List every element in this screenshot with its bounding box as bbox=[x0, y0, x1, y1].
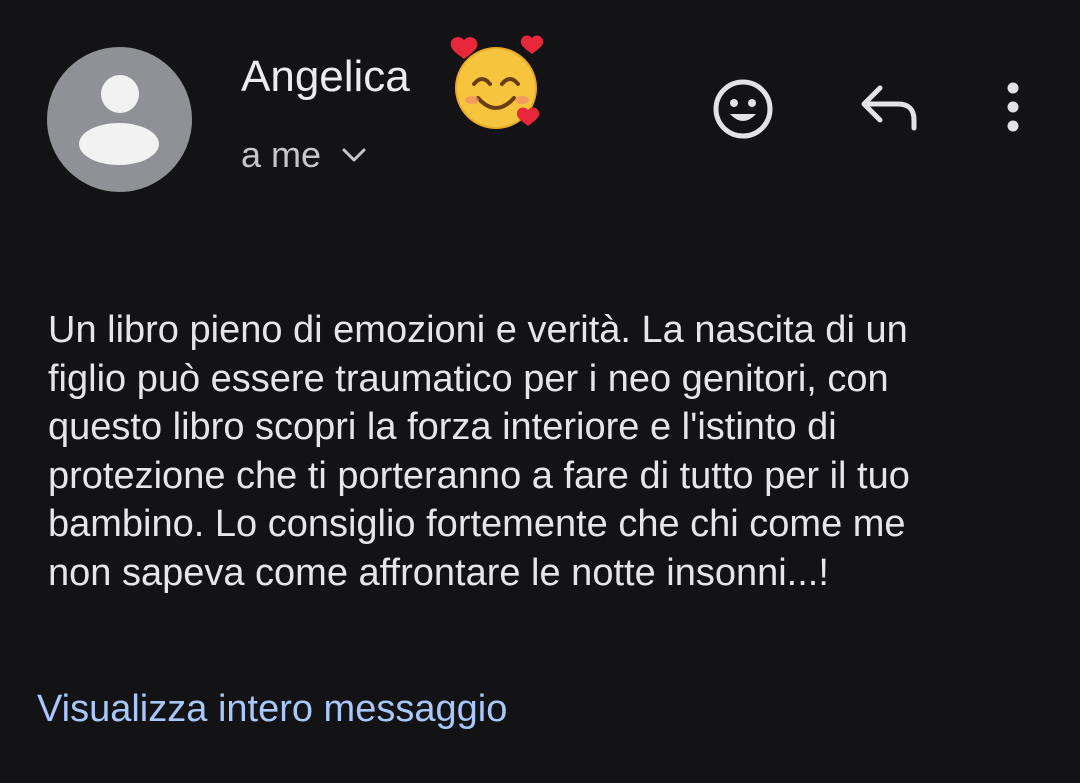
message-line: Un libro pieno di emozioni e verità. La … bbox=[48, 309, 908, 351]
message-line: bambino. Lo consiglio fortemente che chi… bbox=[48, 503, 906, 545]
chevron-down-icon bbox=[342, 148, 366, 162]
avatar-person-head bbox=[101, 75, 139, 113]
message-line: non sapeva come affrontare le notte inso… bbox=[48, 551, 829, 594]
recipient-toggle[interactable]: a me bbox=[241, 134, 367, 176]
reply-icon[interactable] bbox=[858, 82, 920, 134]
smiley-icon[interactable] bbox=[712, 78, 774, 140]
smiling-face-with-hearts-icon bbox=[450, 35, 544, 129]
view-full-message-link[interactable]: Visualizza intero messaggio bbox=[37, 686, 507, 732]
message-line: figlio può essere traumatico per i neo g… bbox=[48, 357, 889, 400]
message-body: Un libro pieno di emozioni e verità. La … bbox=[48, 306, 1038, 597]
recipient-label: a me bbox=[241, 134, 322, 175]
sender-name[interactable]: Angelica bbox=[241, 52, 410, 102]
message-line: protezione che ti porteranno a fare di t… bbox=[48, 454, 910, 497]
more-vertical-icon[interactable] bbox=[998, 78, 1028, 138]
sender-avatar[interactable] bbox=[47, 47, 192, 192]
avatar-person-body bbox=[79, 123, 159, 165]
message-line: questo libro scopri la forza interiore e… bbox=[48, 406, 837, 448]
